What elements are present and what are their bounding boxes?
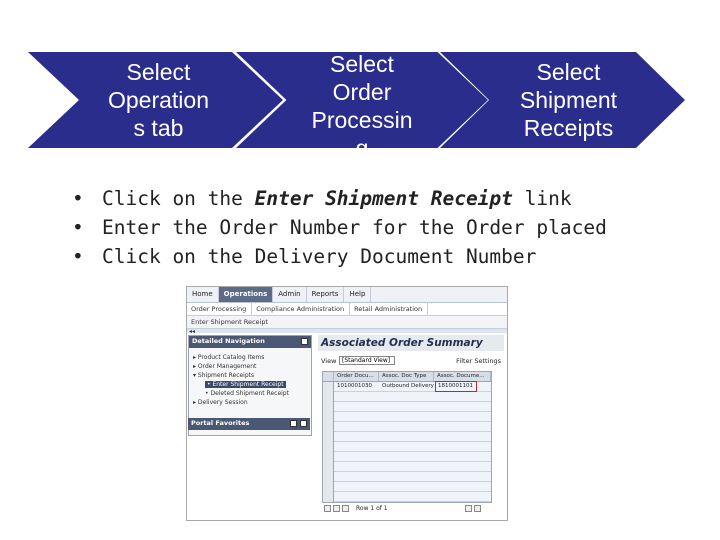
nav-item-delivery-session[interactable]: ▸ Delivery Session: [189, 398, 311, 407]
nav-item-label: • Enter Shipment Receipt: [205, 381, 286, 388]
detailed-navigation-header: Detailed Navigation: [189, 336, 311, 348]
view-bar: View [Standard View] Filter Settings: [318, 355, 504, 367]
assoc-doc-type-cell: Outbound Delivery: [382, 383, 434, 389]
step-select-operations-tab: Select Operation s tab: [28, 52, 283, 148]
table-pager: Row 1 of 1: [322, 503, 490, 515]
subtab-compliance-administration[interactable]: Compliance Administration: [252, 303, 351, 315]
instruction-link-name: Enter Shipment Receipt: [254, 187, 513, 210]
table-row: [334, 422, 491, 432]
table-row[interactable]: 1010001030 Outbound Delivery 1810001101: [334, 381, 491, 392]
portal-favorites-header: Portal Favorites: [188, 418, 310, 430]
breadcrumb: Enter Shipment Receipt: [187, 316, 507, 329]
first-page-icon[interactable]: [324, 505, 331, 512]
breadcrumb-text: Enter Shipment Receipt: [191, 318, 269, 326]
nav-item-order-management[interactable]: ▸ Order Management: [189, 362, 311, 371]
sub-navigation: Order Processing Compliance Administrati…: [187, 303, 507, 316]
view-label: View: [321, 357, 337, 365]
tab-operations[interactable]: Operations: [218, 287, 274, 302]
nav-item-enter-shipment-receipt[interactable]: • Enter Shipment Receipt: [189, 380, 311, 389]
table-row: [334, 492, 491, 502]
top-navigation: Home Operations Admin Reports Help: [187, 287, 507, 303]
table-row: [334, 432, 491, 442]
app-screenshot: Home Operations Admin Reports Help Order…: [186, 286, 508, 521]
header-spacer: [323, 372, 334, 381]
tab-home[interactable]: Home: [187, 287, 219, 302]
step-label: Select Operation s tab: [107, 59, 209, 141]
divider-band: [187, 329, 507, 333]
step-label: Select Order Processin g: [311, 52, 413, 148]
column-header[interactable]: Order Docu...: [334, 372, 379, 381]
last-page-icon[interactable]: [474, 505, 481, 512]
summary-title: Associated Order Summary: [321, 337, 483, 349]
instruction-item: Click on the Enter Shipment Receipt link: [72, 184, 607, 213]
instruction-suffix: link: [512, 187, 572, 210]
instruction-item: Click on the Delivery Document Number: [72, 242, 607, 271]
nav-item-product-catalog[interactable]: ▸ Product Catalog Items: [189, 353, 311, 362]
panel-menu-icon[interactable]: [300, 420, 307, 427]
previous-page-icon[interactable]: [333, 505, 340, 512]
nav-item-deleted-shipment-receipt[interactable]: • Deleted Shipment Receipt: [189, 389, 311, 398]
portal-favorites-panel: Portal Favorites: [188, 418, 310, 431]
table-row: [334, 402, 491, 412]
summary-title-bar: Associated Order Summary: [318, 335, 504, 351]
portal-favorites-title: Portal Favorites: [191, 419, 250, 427]
column-header[interactable]: Assoc. Doc Type: [379, 372, 434, 381]
tab-help[interactable]: Help: [344, 287, 372, 302]
page-up-icon[interactable]: [342, 505, 349, 512]
tab-reports[interactable]: Reports: [307, 287, 345, 302]
table-row: [334, 392, 491, 402]
collapse-arrows-icon[interactable]: ◂◂: [189, 328, 195, 335]
nav-item-shipment-receipts[interactable]: ▾ Shipment Receipts: [189, 371, 311, 380]
detailed-navigation-title: Detailed Navigation: [192, 337, 265, 345]
order-document-cell: 1010001030: [337, 383, 372, 389]
table-row: [334, 412, 491, 422]
highlight-box: [435, 381, 477, 392]
column-header[interactable]: Assoc. Docume...: [434, 372, 491, 381]
filter-settings-link[interactable]: Filter Settings: [456, 357, 501, 365]
table-row: [334, 452, 491, 462]
subtab-retail-administration[interactable]: Retail Administration: [350, 303, 429, 315]
panel-menu-icon[interactable]: [301, 338, 308, 345]
panel-minimize-icon[interactable]: [290, 420, 297, 427]
row-position-text: Row 1 of 1: [356, 505, 388, 512]
step-label: Select Shipment Receipts: [519, 59, 618, 141]
order-summary-table: Order Docu... Assoc. Doc Type Assoc. Doc…: [322, 371, 492, 503]
row-selector-column: [323, 382, 334, 502]
table-row: [334, 472, 491, 482]
instruction-list: Click on the Enter Shipment Receipt link…: [72, 184, 607, 271]
table-row: [334, 462, 491, 472]
tab-admin[interactable]: Admin: [273, 287, 307, 302]
subtab-order-processing[interactable]: Order Processing: [187, 303, 253, 315]
table-row: [334, 482, 491, 492]
next-page-icon[interactable]: [465, 505, 472, 512]
table-row: [334, 442, 491, 452]
view-select[interactable]: [Standard View]: [339, 356, 395, 365]
instruction-item: Enter the Order Number for the Order pla…: [72, 213, 607, 242]
instruction-prefix: Click on the: [102, 187, 255, 210]
